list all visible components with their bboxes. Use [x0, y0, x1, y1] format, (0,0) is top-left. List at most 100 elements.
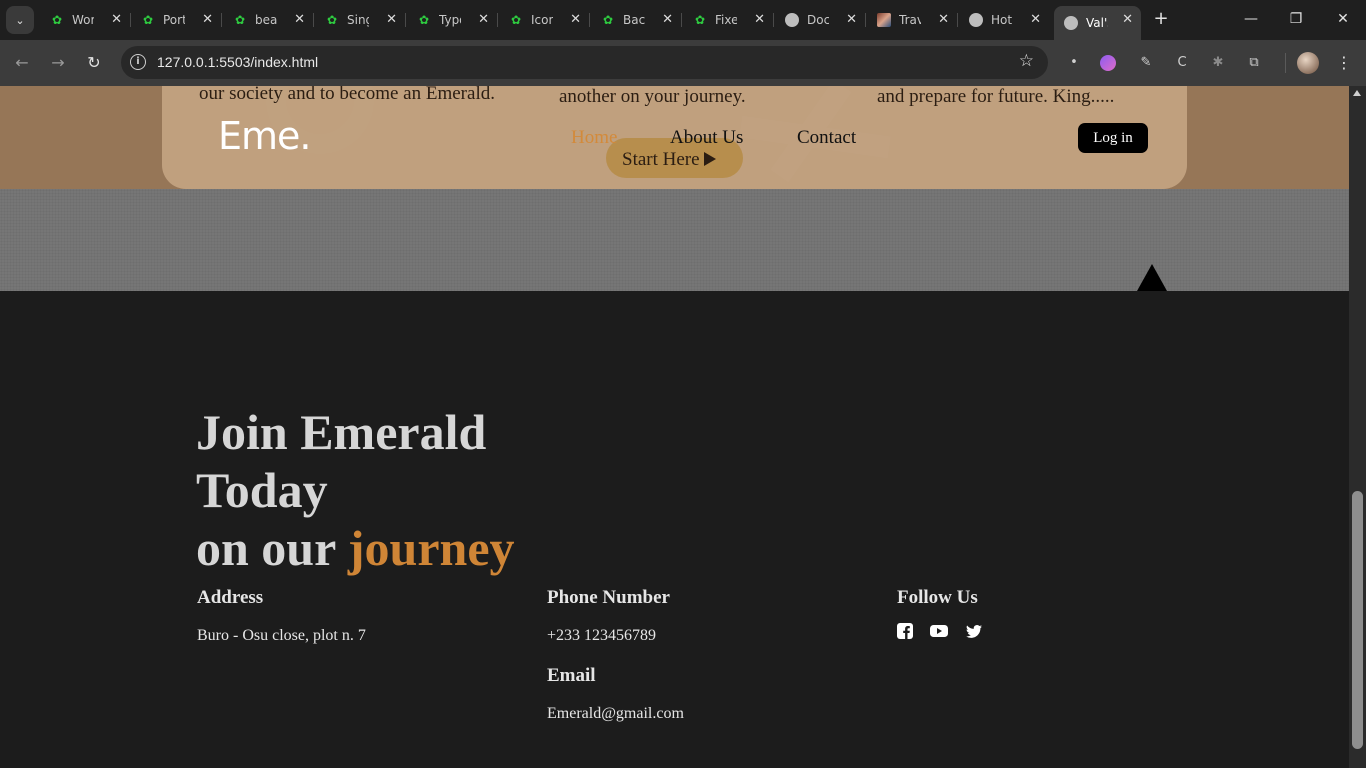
- address-value: Buro - Osu close, plot n. 7: [197, 627, 366, 644]
- browser-tab[interactable]: ✿ Port ✕: [131, 6, 222, 34]
- email-title: Email: [547, 665, 596, 686]
- twitter-icon[interactable]: [966, 623, 982, 639]
- start-here-label[interactable]: Start Here: [622, 149, 716, 171]
- browser-tabstrip: ⌄ ✿ Wor ✕ ✿ Port ✕ ✿ beau ✕ ✿ Sing ✕ ✿ T…: [0, 0, 1366, 40]
- browser-tab[interactable]: ✿ Back ✕: [591, 6, 682, 34]
- leaf-icon: ✿: [418, 13, 430, 27]
- tab-title: beau: [255, 13, 277, 27]
- start-here-text: Start Here: [622, 149, 700, 170]
- scrollbar-thumb[interactable]: [1352, 491, 1363, 749]
- extension-icon[interactable]: ✱: [1208, 53, 1228, 73]
- site-info-icon[interactable]: i: [130, 54, 146, 70]
- tab-title: Port: [163, 13, 185, 27]
- browser-toolbar: ← → ↻ i 127.0.0.1:5503/index.html ☆ • ✎ …: [0, 40, 1366, 86]
- bookmark-star-icon[interactable]: ☆: [1019, 51, 1034, 71]
- close-icon[interactable]: ✕: [662, 12, 673, 27]
- leaf-icon: ✿: [234, 13, 246, 27]
- nav-link-contact[interactable]: Contact: [797, 127, 856, 149]
- browser-tab[interactable]: ✿ beau ✕: [223, 6, 314, 34]
- facebook-icon[interactable]: [897, 623, 913, 639]
- hero-text-right: and prepare for future. King.....: [877, 86, 1115, 107]
- close-icon[interactable]: ✕: [111, 12, 122, 27]
- address-title: Address: [197, 587, 264, 608]
- forward-icon[interactable]: →: [47, 52, 69, 74]
- tab-title: Back: [623, 13, 645, 27]
- headline-line: Join Emerald: [196, 404, 487, 460]
- tab-title: Typo: [439, 13, 461, 27]
- hero-text-mid: another on your journey.: [559, 86, 746, 107]
- phone-title: Phone Number: [547, 587, 670, 608]
- footer-headline: Join Emerald Today on our journey: [196, 403, 515, 577]
- extension-icon[interactable]: [1100, 55, 1116, 71]
- browser-tab[interactable]: Trav ✕: [867, 6, 958, 34]
- tab-title: Trav: [899, 13, 921, 27]
- email-value[interactable]: Emerald@gmail.com: [547, 705, 684, 723]
- eyedropper-extension-icon[interactable]: ✎: [1136, 53, 1156, 73]
- youtube-icon[interactable]: [930, 623, 948, 639]
- leaf-icon: ✿: [326, 13, 338, 27]
- phone-value: +233 123456789: [547, 627, 657, 644]
- minimize-icon[interactable]: —: [1240, 8, 1262, 30]
- tab-title: Val's: [1086, 16, 1108, 30]
- nav-link-home[interactable]: Home: [571, 127, 617, 149]
- restore-icon[interactable]: ❐: [1285, 8, 1307, 30]
- close-icon[interactable]: ✕: [1030, 12, 1041, 27]
- tab-title: Sing: [347, 13, 369, 27]
- footer-section: Join Emerald Today on our journey Addres…: [0, 291, 1349, 768]
- browser-tab[interactable]: ✿ Typo ✕: [407, 6, 498, 34]
- browser-tab[interactable]: Doc ✕: [775, 6, 866, 34]
- close-icon[interactable]: ✕: [754, 12, 765, 27]
- close-icon[interactable]: ✕: [294, 12, 305, 27]
- browser-tab[interactable]: ✿ Sing ✕: [315, 6, 406, 34]
- extension-icon[interactable]: •: [1064, 53, 1084, 73]
- close-icon[interactable]: ✕: [1122, 12, 1133, 27]
- follow-title: Follow Us: [897, 587, 978, 608]
- hero-text-left: our society and to become an Emerald.: [199, 86, 495, 104]
- leaf-icon: ✿: [602, 13, 614, 27]
- browser-tab[interactable]: ✿ Wor ✕: [40, 6, 131, 34]
- close-icon[interactable]: ✕: [202, 12, 213, 27]
- scroll-up-icon[interactable]: [1353, 90, 1361, 96]
- profile-avatar[interactable]: [1297, 52, 1319, 74]
- headline-line: Today: [196, 462, 328, 518]
- browser-tab[interactable]: ✿ Icon ✕: [499, 6, 590, 34]
- decorative-triangle: [1137, 264, 1167, 291]
- leaf-icon: ✿: [510, 13, 522, 27]
- nav-link-about[interactable]: About Us: [670, 127, 743, 149]
- headline-accent: journey: [347, 520, 515, 576]
- globe-icon: [785, 13, 799, 27]
- tab-title: Fixe: [715, 13, 737, 27]
- window-close-icon[interactable]: ✕: [1332, 8, 1354, 30]
- globe-icon: [969, 13, 983, 27]
- extensions-puzzle-icon[interactable]: ⧉: [1244, 53, 1264, 73]
- back-icon[interactable]: ←: [11, 52, 33, 74]
- menu-kebab-icon[interactable]: ⋮: [1334, 51, 1354, 75]
- close-icon[interactable]: ✕: [386, 12, 397, 27]
- page-scrollbar[interactable]: [1349, 86, 1366, 768]
- tab-title: Doc: [807, 13, 829, 27]
- new-tab-button[interactable]: +: [1150, 8, 1172, 30]
- headline-line: on our journey: [196, 520, 515, 576]
- address-bar[interactable]: i 127.0.0.1:5503/index.html ☆: [121, 46, 1048, 79]
- browser-tab[interactable]: Hot ✕: [959, 6, 1049, 34]
- tab-title: Hot: [991, 13, 1013, 27]
- extension-icon[interactable]: C: [1172, 53, 1192, 73]
- close-icon[interactable]: ✕: [478, 12, 489, 27]
- tab-search-button[interactable]: ⌄: [6, 6, 34, 34]
- globe-icon: [1064, 16, 1078, 30]
- leaf-icon: ✿: [142, 13, 154, 27]
- reload-icon[interactable]: ↻: [83, 52, 105, 74]
- close-icon[interactable]: ✕: [846, 12, 857, 27]
- url-text[interactable]: 127.0.0.1:5503/index.html: [157, 54, 318, 70]
- browser-tab-active[interactable]: Val's ✕: [1054, 6, 1141, 40]
- leaf-icon: ✿: [694, 13, 706, 27]
- close-icon[interactable]: ✕: [938, 12, 949, 27]
- login-button[interactable]: Log in: [1078, 123, 1148, 153]
- site-logo[interactable]: Eme.: [218, 114, 311, 158]
- play-icon: [703, 152, 716, 166]
- browser-tab[interactable]: ✿ Fixe ✕: [683, 6, 774, 34]
- tab-title: Wor: [72, 13, 94, 27]
- tab-title: Icon: [531, 13, 553, 27]
- close-icon[interactable]: ✕: [570, 12, 581, 27]
- leaf-icon: ✿: [51, 13, 63, 27]
